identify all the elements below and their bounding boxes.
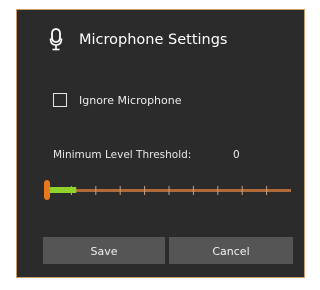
threshold-slider[interactable]: [43, 178, 293, 202]
threshold-label: Minimum Level Threshold:: [53, 149, 192, 161]
cancel-button[interactable]: Cancel: [169, 237, 293, 264]
dialog-title: Microphone Settings: [79, 32, 228, 48]
slider-thumb: [44, 180, 50, 200]
threshold-value: 0: [233, 149, 240, 161]
save-button[interactable]: Save: [43, 237, 165, 264]
ignore-microphone-checkbox[interactable]: [53, 93, 67, 107]
threshold-row: Minimum Level Threshold: 0: [53, 147, 283, 163]
ignore-microphone-option[interactable]: Ignore Microphone: [53, 92, 213, 110]
level-meter: [49, 187, 77, 193]
microphone-settings-dialog: Microphone Settings Ignore Microphone Mi…: [16, 9, 305, 278]
dialog-header: Microphone Settings: [17, 28, 304, 54]
microphone-icon: [49, 28, 63, 52]
ignore-microphone-label: Ignore Microphone: [79, 94, 182, 107]
